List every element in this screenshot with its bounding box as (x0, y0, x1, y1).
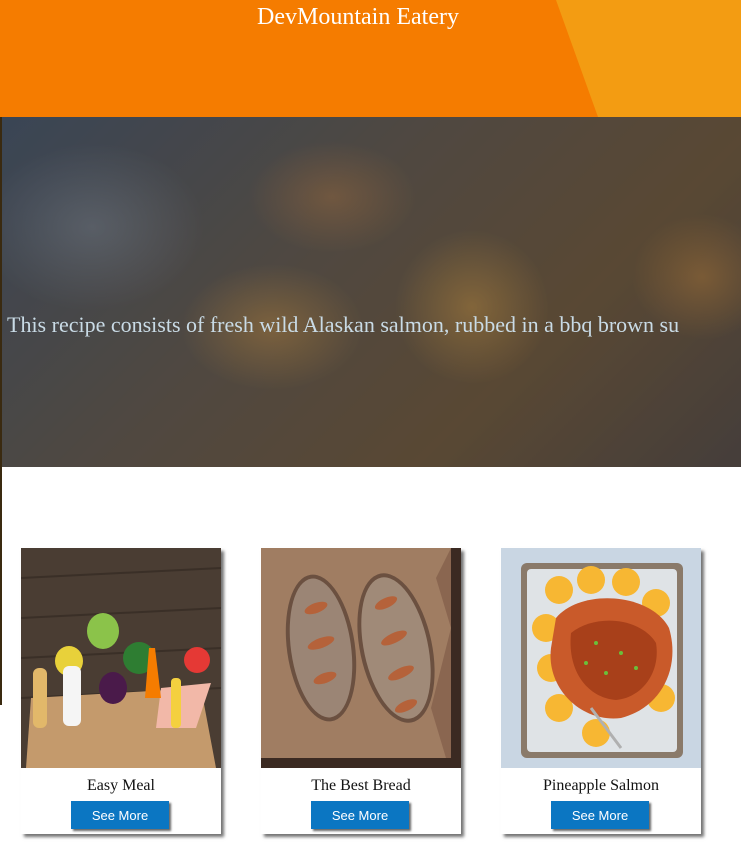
card-title: Pineapple Salmon (543, 777, 659, 794)
recipe-card-easy-meal: Easy Meal See More (21, 548, 221, 834)
card-title: The Best Bread (311, 777, 411, 794)
bread-loaves-image (261, 548, 461, 768)
grocery-bag-image (21, 548, 221, 768)
hero-banner: This recipe consists of fresh wild Alask… (2, 117, 741, 467)
card-title: Easy Meal (87, 777, 155, 794)
recipe-card-pineapple-salmon: Pineapple Salmon See More (501, 548, 701, 834)
site-header: DevMountain Eatery (0, 0, 741, 117)
site-title: DevMountain Eatery (257, 4, 459, 30)
hero-overlay (2, 117, 741, 467)
recipe-card-best-bread: The Best Bread See More (261, 548, 461, 834)
hero-description: This recipe consists of fresh wild Alask… (7, 312, 680, 337)
see-more-button[interactable]: See More (311, 801, 409, 829)
salmon-tray-image (501, 548, 701, 768)
see-more-button[interactable]: See More (71, 801, 169, 829)
see-more-button[interactable]: See More (551, 801, 649, 829)
